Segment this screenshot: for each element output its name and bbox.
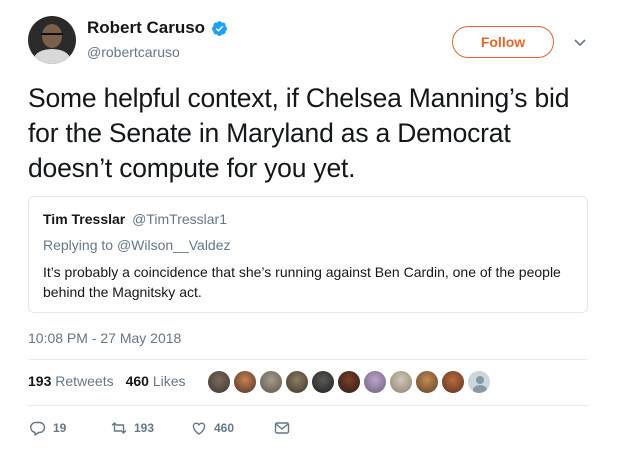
like-count: 460 bbox=[214, 421, 235, 435]
liker-avatar[interactable] bbox=[233, 370, 257, 394]
retweets-label: Retweets bbox=[55, 373, 114, 389]
reply-count: 19 bbox=[53, 421, 67, 435]
author-avatar[interactable] bbox=[28, 16, 76, 64]
reply-prefix: Replying to bbox=[43, 237, 114, 253]
retweet-action[interactable]: 193 bbox=[111, 420, 191, 436]
quoted-author-name: Tim Tresslar bbox=[43, 211, 126, 227]
tweet-timestamp[interactable]: 10:08 PM - 27 May 2018 bbox=[28, 330, 181, 346]
liker-avatar[interactable] bbox=[337, 370, 361, 394]
tweet-header: Robert Caruso @robertcaruso Follow bbox=[28, 14, 598, 70]
reply-icon bbox=[30, 421, 46, 436]
liker-avatar[interactable] bbox=[363, 370, 387, 394]
retweets-count: 193 bbox=[28, 373, 52, 389]
liker-avatar[interactable] bbox=[389, 370, 413, 394]
retweets-stat[interactable]: 193 Retweets bbox=[28, 373, 114, 389]
author-name-row[interactable]: Robert Caruso bbox=[87, 18, 228, 38]
envelope-icon bbox=[274, 422, 290, 434]
retweet-count: 193 bbox=[134, 421, 155, 435]
likes-count: 460 bbox=[125, 373, 149, 389]
direct-message-action[interactable] bbox=[274, 420, 290, 436]
liker-avatar[interactable] bbox=[285, 370, 309, 394]
quoted-text: It’s probably a coincidence that she’s r… bbox=[43, 264, 561, 300]
tweet-text: Some helpful context, if Chelsea Manning… bbox=[28, 83, 570, 183]
retweet-icon bbox=[111, 422, 127, 434]
like-action[interactable]: 460 bbox=[191, 420, 274, 436]
likes-stat[interactable]: 460 Likes bbox=[126, 373, 186, 389]
heart-icon bbox=[192, 422, 206, 435]
reply-action[interactable]: 19 bbox=[30, 420, 111, 436]
quoted-author-handle: @TimTresslar1 bbox=[132, 211, 227, 227]
liker-avatar[interactable] bbox=[415, 370, 439, 394]
verified-badge-icon bbox=[212, 20, 228, 36]
liker-avatar[interactable] bbox=[441, 370, 465, 394]
follow-button[interactable]: Follow bbox=[452, 26, 554, 58]
likes-label: Likes bbox=[152, 373, 186, 389]
default-avatar[interactable] bbox=[467, 370, 491, 394]
author-handle[interactable]: @robertcaruso bbox=[87, 44, 180, 60]
tweet-actions: 19 193 460 bbox=[30, 420, 290, 436]
divider bbox=[28, 405, 588, 406]
quoted-tweet[interactable]: Tim Tresslar @TimTresslar1 Replying to @… bbox=[28, 196, 588, 313]
liker-avatar[interactable] bbox=[259, 370, 283, 394]
liker-avatar[interactable] bbox=[207, 370, 231, 394]
quoted-reply-context: Replying to @Wilson__Valdez bbox=[43, 237, 231, 253]
author-name[interactable]: Robert Caruso bbox=[87, 18, 205, 38]
liker-avatars bbox=[207, 370, 491, 394]
quoted-author: Tim Tresslar @TimTresslar1 bbox=[43, 211, 227, 227]
liker-avatar[interactable] bbox=[311, 370, 335, 394]
divider bbox=[28, 359, 588, 360]
chevron-down-icon[interactable] bbox=[572, 34, 588, 50]
reply-to-handle[interactable]: @Wilson__Valdez bbox=[117, 237, 231, 253]
engagement-stats: 193 Retweets 460 Likes bbox=[28, 373, 186, 389]
